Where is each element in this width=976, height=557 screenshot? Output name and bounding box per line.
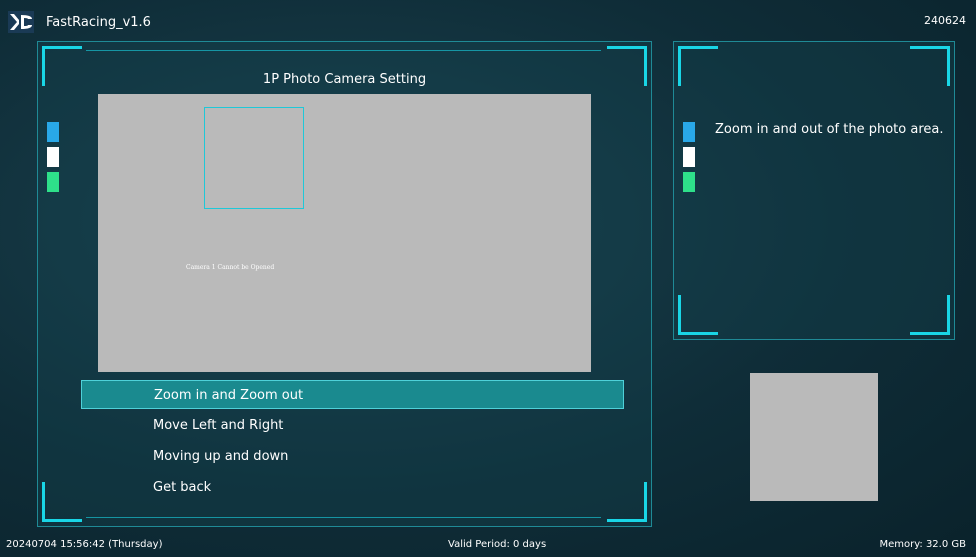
info-corner-tr-v: [947, 46, 950, 86]
side-tab-white: [47, 147, 59, 167]
info-corner-br: [910, 332, 950, 335]
info-tab-white: [683, 147, 695, 167]
info-description: Zoom in and out of the photo area.: [715, 122, 944, 137]
app-title: FastRacing_v1.6: [46, 15, 151, 30]
status-datetime: 20240704 15:56:42 (Thursday): [6, 539, 163, 550]
corner-bottom-right: [607, 519, 647, 522]
menu-item-move-up-down[interactable]: Moving up and down: [81, 442, 624, 471]
info-corner-bl-v: [678, 295, 681, 335]
status-valid-period: Valid Period: 0 days: [448, 539, 547, 550]
info-corner-tl: [678, 46, 718, 49]
camera-preview[interactable]: Camera 1 Cannot be Opened: [98, 94, 591, 372]
photo-area-frame[interactable]: [204, 107, 304, 209]
info-tab-green: [683, 172, 695, 192]
title-bar: FastRacing_v1.6 240624: [0, 0, 976, 42]
side-tab-blue: [47, 122, 59, 142]
status-memory: Memory: 32.0 GB: [879, 539, 966, 550]
side-tab-green: [47, 172, 59, 192]
info-corner-br-v: [947, 295, 950, 335]
corner-top-left: [42, 46, 82, 49]
menu-item-zoom[interactable]: Zoom in and Zoom out: [81, 380, 624, 409]
info-corner-tl-v: [678, 46, 681, 86]
menu-item-move-left-right[interactable]: Move Left and Right: [81, 411, 624, 440]
corner-bottom-left: [42, 519, 82, 522]
panel-title: 1P Photo Camera Setting: [262, 72, 427, 87]
corner-bottom-right-v: [644, 482, 647, 522]
info-corner-bl: [678, 332, 718, 335]
corner-bottom-left-v: [42, 482, 45, 522]
corner-top-right: [607, 46, 647, 49]
info-corner-tr: [910, 46, 950, 49]
settings-menu: Zoom in and Zoom out Move Left and Right…: [81, 380, 624, 504]
info-panel: Zoom in and out of the photo area.: [673, 41, 955, 340]
app-logo-icon: [8, 11, 34, 33]
menu-item-get-back[interactable]: Get back: [81, 473, 624, 502]
build-number: 240624: [924, 14, 966, 27]
bottom-line: [86, 517, 601, 518]
camera-error-message: Camera 1 Cannot be Opened: [186, 264, 275, 271]
top-line: [86, 50, 601, 51]
info-tab-blue: [683, 122, 695, 142]
photo-thumbnail: [750, 373, 878, 501]
